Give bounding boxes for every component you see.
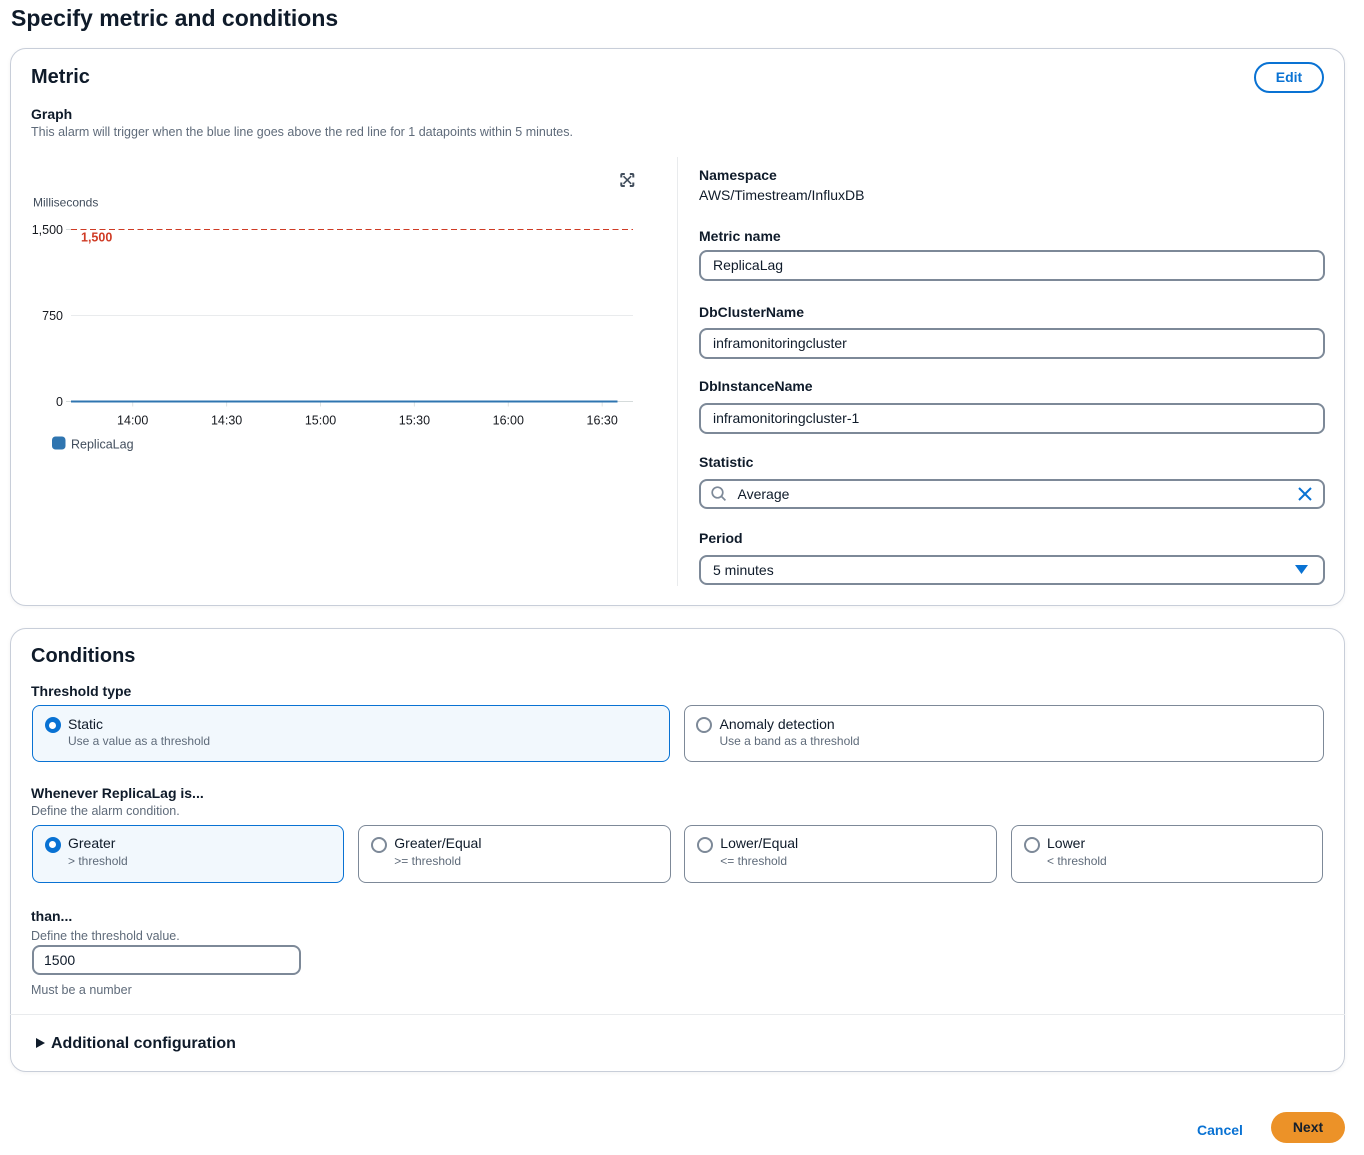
svg-text:16:30: 16:30 [587, 414, 618, 428]
svg-text:0: 0 [56, 395, 63, 409]
svg-text:Milliseconds: Milliseconds [33, 196, 98, 210]
svg-text:ReplicaLag: ReplicaLag [71, 438, 134, 452]
svg-text:15:00: 15:00 [305, 414, 336, 428]
svg-text:15:30: 15:30 [399, 414, 430, 428]
svg-text:1,500: 1,500 [81, 231, 112, 245]
svg-text:16:00: 16:00 [493, 414, 524, 428]
svg-text:14:00: 14:00 [117, 414, 148, 428]
svg-text:14:30: 14:30 [211, 414, 242, 428]
svg-text:1,500: 1,500 [32, 223, 63, 237]
svg-text:750: 750 [42, 309, 63, 323]
